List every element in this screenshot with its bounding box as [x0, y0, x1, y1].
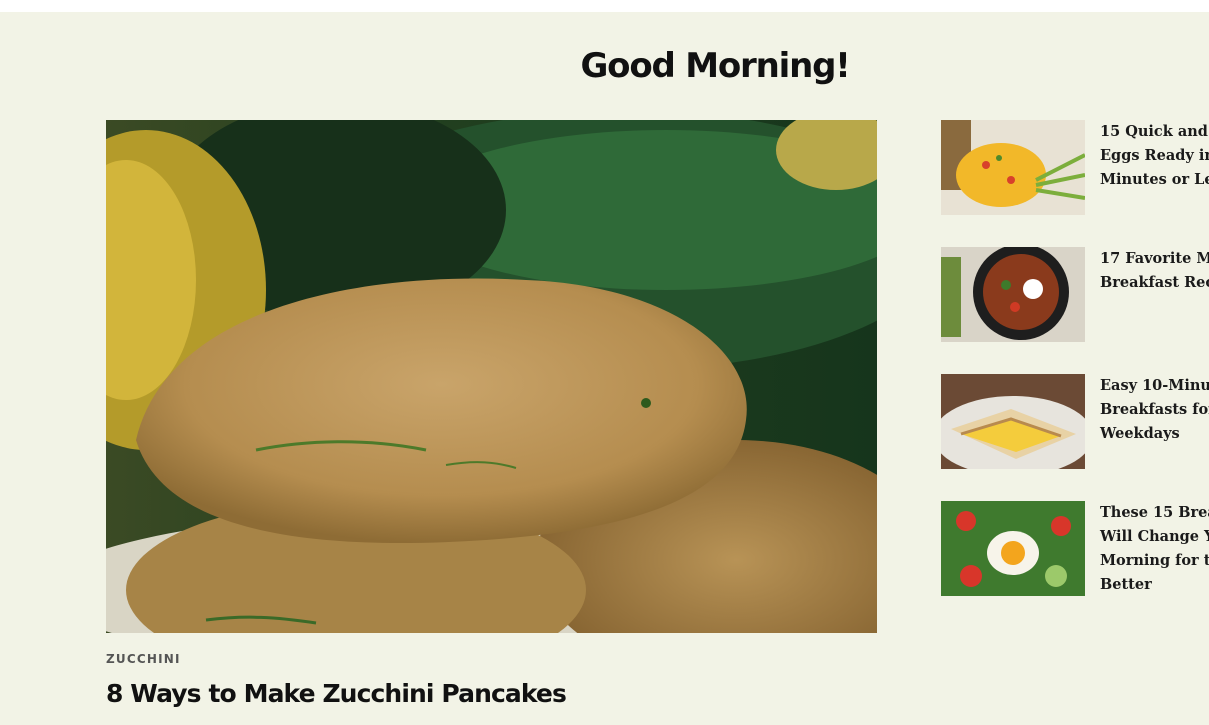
list-item[interactable]: 15 Quick and Easy Eggs Ready in 15 Minut… [941, 120, 1209, 216]
list-item-image [941, 120, 1085, 215]
list-item-title: Easy 10-Minute Breakfasts for Busy Weekd… [1100, 377, 1209, 442]
skillet-breakfast-photo [941, 247, 1085, 342]
list-item[interactable]: Easy 10-Minute Breakfasts for Busy Weekd… [941, 374, 1209, 470]
side-list: 15 Quick and Easy Eggs Ready in 15 Minut… [941, 0, 1209, 725]
zucchini-pancakes-photo [106, 120, 877, 633]
egg-salad-photo [941, 501, 1085, 596]
scrambled-eggs-photo [941, 120, 1085, 215]
list-item-image [941, 374, 1085, 469]
list-item-title: These 15 Breakfasts Will Change Your Mor… [1100, 504, 1209, 593]
hero-category-link[interactable]: ZUCCHINI [106, 652, 181, 666]
list-item-image [941, 501, 1085, 596]
hero-image-link[interactable] [106, 120, 877, 633]
list-item-title: 17 Favorite Mexican Breakfast Recipes [1100, 250, 1209, 291]
list-item-image [941, 247, 1085, 342]
hero-title-link[interactable]: 8 Ways to Make Zucchini Pancakes [106, 674, 567, 714]
list-item[interactable]: These 15 Breakfasts Will Change Your Mor… [941, 501, 1209, 597]
list-item[interactable]: 17 Favorite Mexican Breakfast Recipes [941, 247, 1209, 343]
egg-sandwich-photo [941, 374, 1085, 469]
list-item-title: 15 Quick and Easy Eggs Ready in 15 Minut… [1100, 123, 1209, 188]
